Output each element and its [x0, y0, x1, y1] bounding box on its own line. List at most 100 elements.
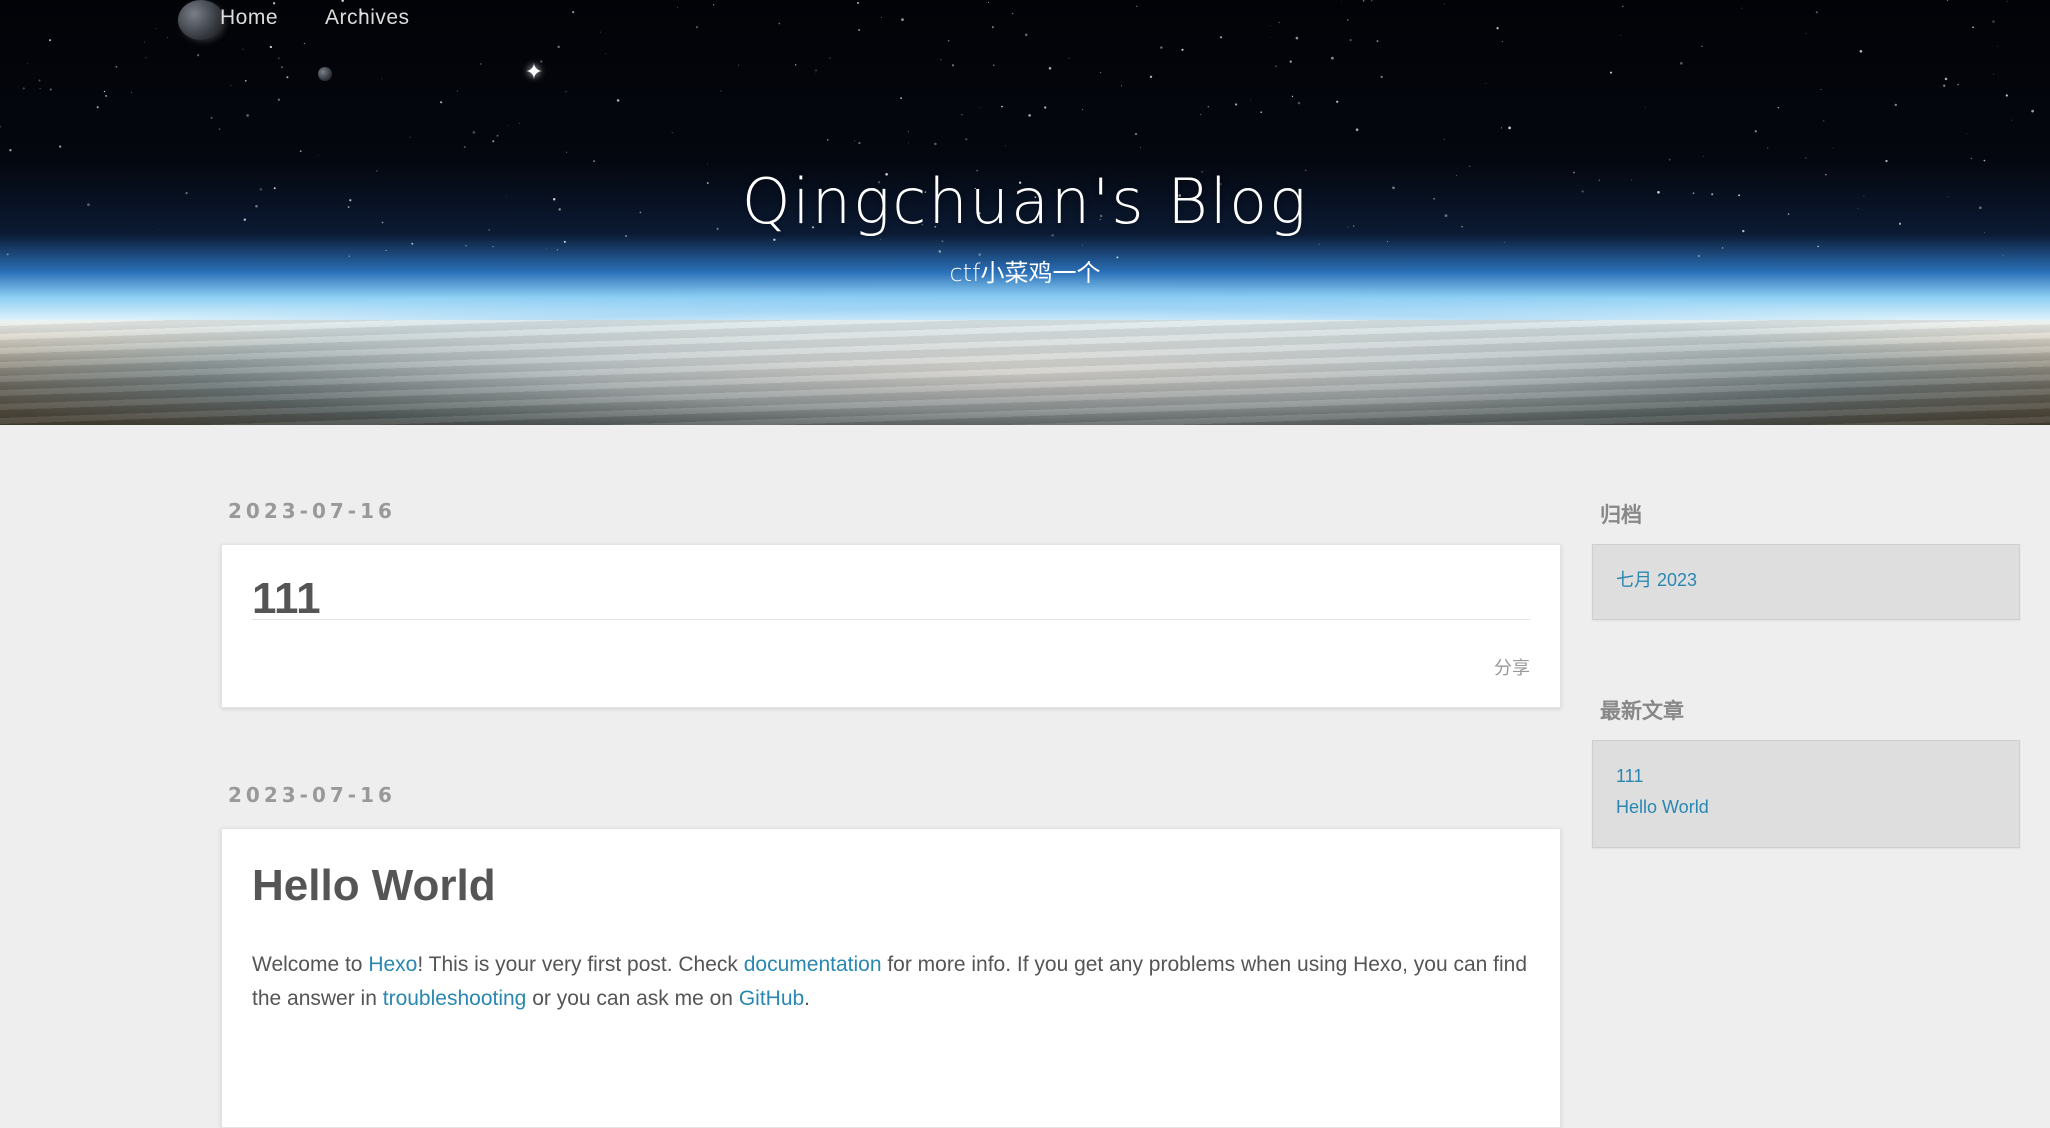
star-dot [1082, 109, 1084, 111]
recent-post-111-link[interactable]: 111 [1616, 761, 1996, 792]
star-dot [381, 78, 383, 80]
github-link[interactable]: GitHub [739, 987, 804, 1010]
star-dot [1503, 241, 1505, 243]
star-dot [1972, 26, 1974, 29]
star-dot [1278, 21, 1280, 24]
earth-clouds [0, 320, 2050, 425]
star-dot [492, 246, 494, 248]
star-dot [566, 151, 567, 153]
star-dot [1679, 61, 1683, 65]
star-dot [1508, 126, 1511, 130]
star-dot [1341, 1, 1342, 3]
site-subtitle: ctf小菜鸡一个 [949, 259, 1101, 287]
star-dot [1767, 147, 1769, 149]
star-dot [1500, 127, 1503, 129]
star-dot [1376, 40, 1379, 43]
star-dot [671, 132, 673, 134]
star-dot [908, 142, 909, 144]
star-dot [880, 238, 881, 240]
star-dot [105, 95, 107, 97]
nav-archives-link[interactable]: Archives [325, 6, 410, 30]
star-dot [795, 64, 797, 66]
star-dot [965, 138, 968, 141]
star-dot [1044, 106, 1047, 109]
star-dot [1121, 85, 1122, 87]
star-dot [827, 139, 829, 141]
sidebar: 归档 七月 2023 最新文章 111 Hello World [1592, 499, 2020, 848]
main-content: 2023-07-16 111 分享 2023-07-16 Hello World… [221, 499, 1561, 1128]
star-dot [1823, 120, 1825, 122]
post: 2023-07-16 Hello World Welcome to Hexo! … [221, 783, 1561, 1128]
star-dot [22, 87, 25, 90]
site-title: Qingchuan's Blog [741, 165, 1309, 238]
post-date: 2023-07-16 [228, 783, 396, 807]
star-dot [1028, 114, 1031, 117]
post-date: 2023-07-16 [228, 499, 396, 523]
archive-item-july-2023[interactable]: 七月 2023 [1616, 565, 1996, 596]
star-dot [1068, 57, 1070, 59]
star-dot [572, 10, 575, 14]
star-dot [1297, 101, 1301, 105]
recent-posts-widget-title: 最新文章 [1600, 699, 1684, 723]
star-dot [992, 26, 994, 28]
star-dot [49, 88, 52, 91]
star-dot [210, 116, 213, 120]
star-dot [1701, 45, 1703, 48]
star-dot [854, 140, 856, 142]
star-dot [1269, 36, 1271, 38]
star-dot [286, 76, 289, 79]
star-dot [1832, 147, 1834, 149]
star-dot [1777, 106, 1780, 109]
star-dot [1291, 95, 1294, 98]
star-dot [96, 106, 99, 109]
star-dot [941, 240, 944, 243]
star-dot [713, 4, 715, 6]
star-dot [677, 6, 679, 8]
troubleshooting-link[interactable]: troubleshooting [383, 987, 527, 1010]
archive-list: 七月 2023 [1592, 544, 2020, 620]
star-dot [1721, 247, 1724, 249]
share-link[interactable]: 分享 [252, 654, 1530, 680]
star-dot [218, 128, 221, 130]
star-dot [318, 155, 320, 156]
nav-home-link[interactable]: Home [220, 6, 278, 30]
star-dot [2010, 119, 2012, 121]
star-dot [1609, 71, 1613, 74]
star-dot [738, 64, 740, 66]
star-dot [940, 59, 942, 61]
star-dot [130, 91, 132, 94]
star-dot [1269, 25, 1271, 27]
star-dot [557, 45, 560, 49]
star-dot [1501, 41, 1503, 43]
post-card: 111 分享 [221, 544, 1561, 708]
top-nav: Home Archives [220, 6, 410, 30]
post-title-link[interactable]: 111 [252, 574, 1530, 623]
star-dot [1012, 12, 1014, 15]
post-title-link[interactable]: Hello World [252, 861, 1530, 910]
star-dot [605, 53, 607, 54]
star-dot [472, 131, 476, 134]
star-dot [1754, 130, 1757, 133]
star-dot [1983, 159, 1986, 162]
star-dot [1346, 19, 1349, 21]
hexo-link[interactable]: Hexo [368, 953, 417, 976]
star-dot [993, 64, 995, 66]
star-dot [951, 64, 955, 67]
star-dot [1207, 106, 1209, 108]
star-dot [1805, 33, 1807, 35]
documentation-link[interactable]: documentation [744, 953, 882, 976]
star-dot [409, 136, 411, 138]
star-dot [1966, 133, 1968, 135]
star-dot [1668, 158, 1671, 161]
star-dot [1181, 48, 1184, 51]
star-dot [1946, 0, 1949, 2]
star-dot [1992, 73, 1994, 75]
recent-post-hello-world-link[interactable]: Hello World [1616, 792, 1996, 823]
star-dot [901, 18, 904, 21]
star-dot [0, 125, 2, 128]
star-dot [815, 69, 817, 72]
star-dot [1944, 77, 1948, 81]
star-dot [1702, 155, 1704, 157]
star-dot [440, 101, 443, 104]
header-banner: ✦ Home Archives Qingchuan's Blog ctf小菜鸡一… [0, 0, 2050, 425]
